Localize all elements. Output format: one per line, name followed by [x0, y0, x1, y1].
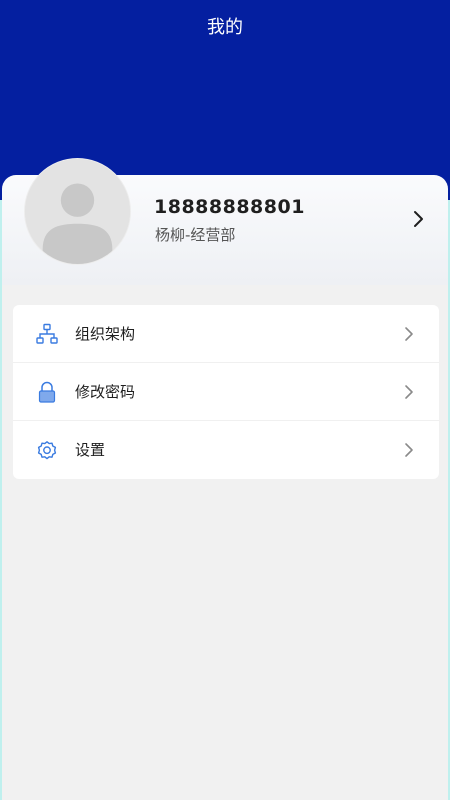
menu-item-label: 修改密码	[75, 383, 136, 401]
menu-item-label: 组织架构	[75, 325, 136, 343]
user-phone: 18888888801	[154, 196, 305, 218]
page-title: 我的	[207, 17, 243, 38]
chevron-right-icon	[405, 443, 413, 457]
avatar[interactable]	[24, 158, 131, 265]
chevron-right-icon[interactable]	[410, 209, 426, 229]
user-silhouette-icon	[25, 159, 130, 264]
menu-item-settings[interactable]: 设置	[13, 421, 439, 479]
chevron-right-icon	[405, 327, 413, 341]
menu-item-change-password[interactable]: 修改密码	[13, 363, 439, 421]
menu-item-org-structure[interactable]: 组织架构	[13, 305, 439, 363]
gear-icon	[37, 441, 57, 460]
user-department: 杨柳-经营部	[155, 226, 236, 244]
chevron-right-icon	[405, 385, 413, 399]
org-chart-icon	[36, 323, 58, 344]
lock-icon	[38, 381, 56, 403]
menu-card: 组织架构 修改密码 设置	[13, 305, 439, 479]
menu-item-label: 设置	[75, 441, 106, 459]
